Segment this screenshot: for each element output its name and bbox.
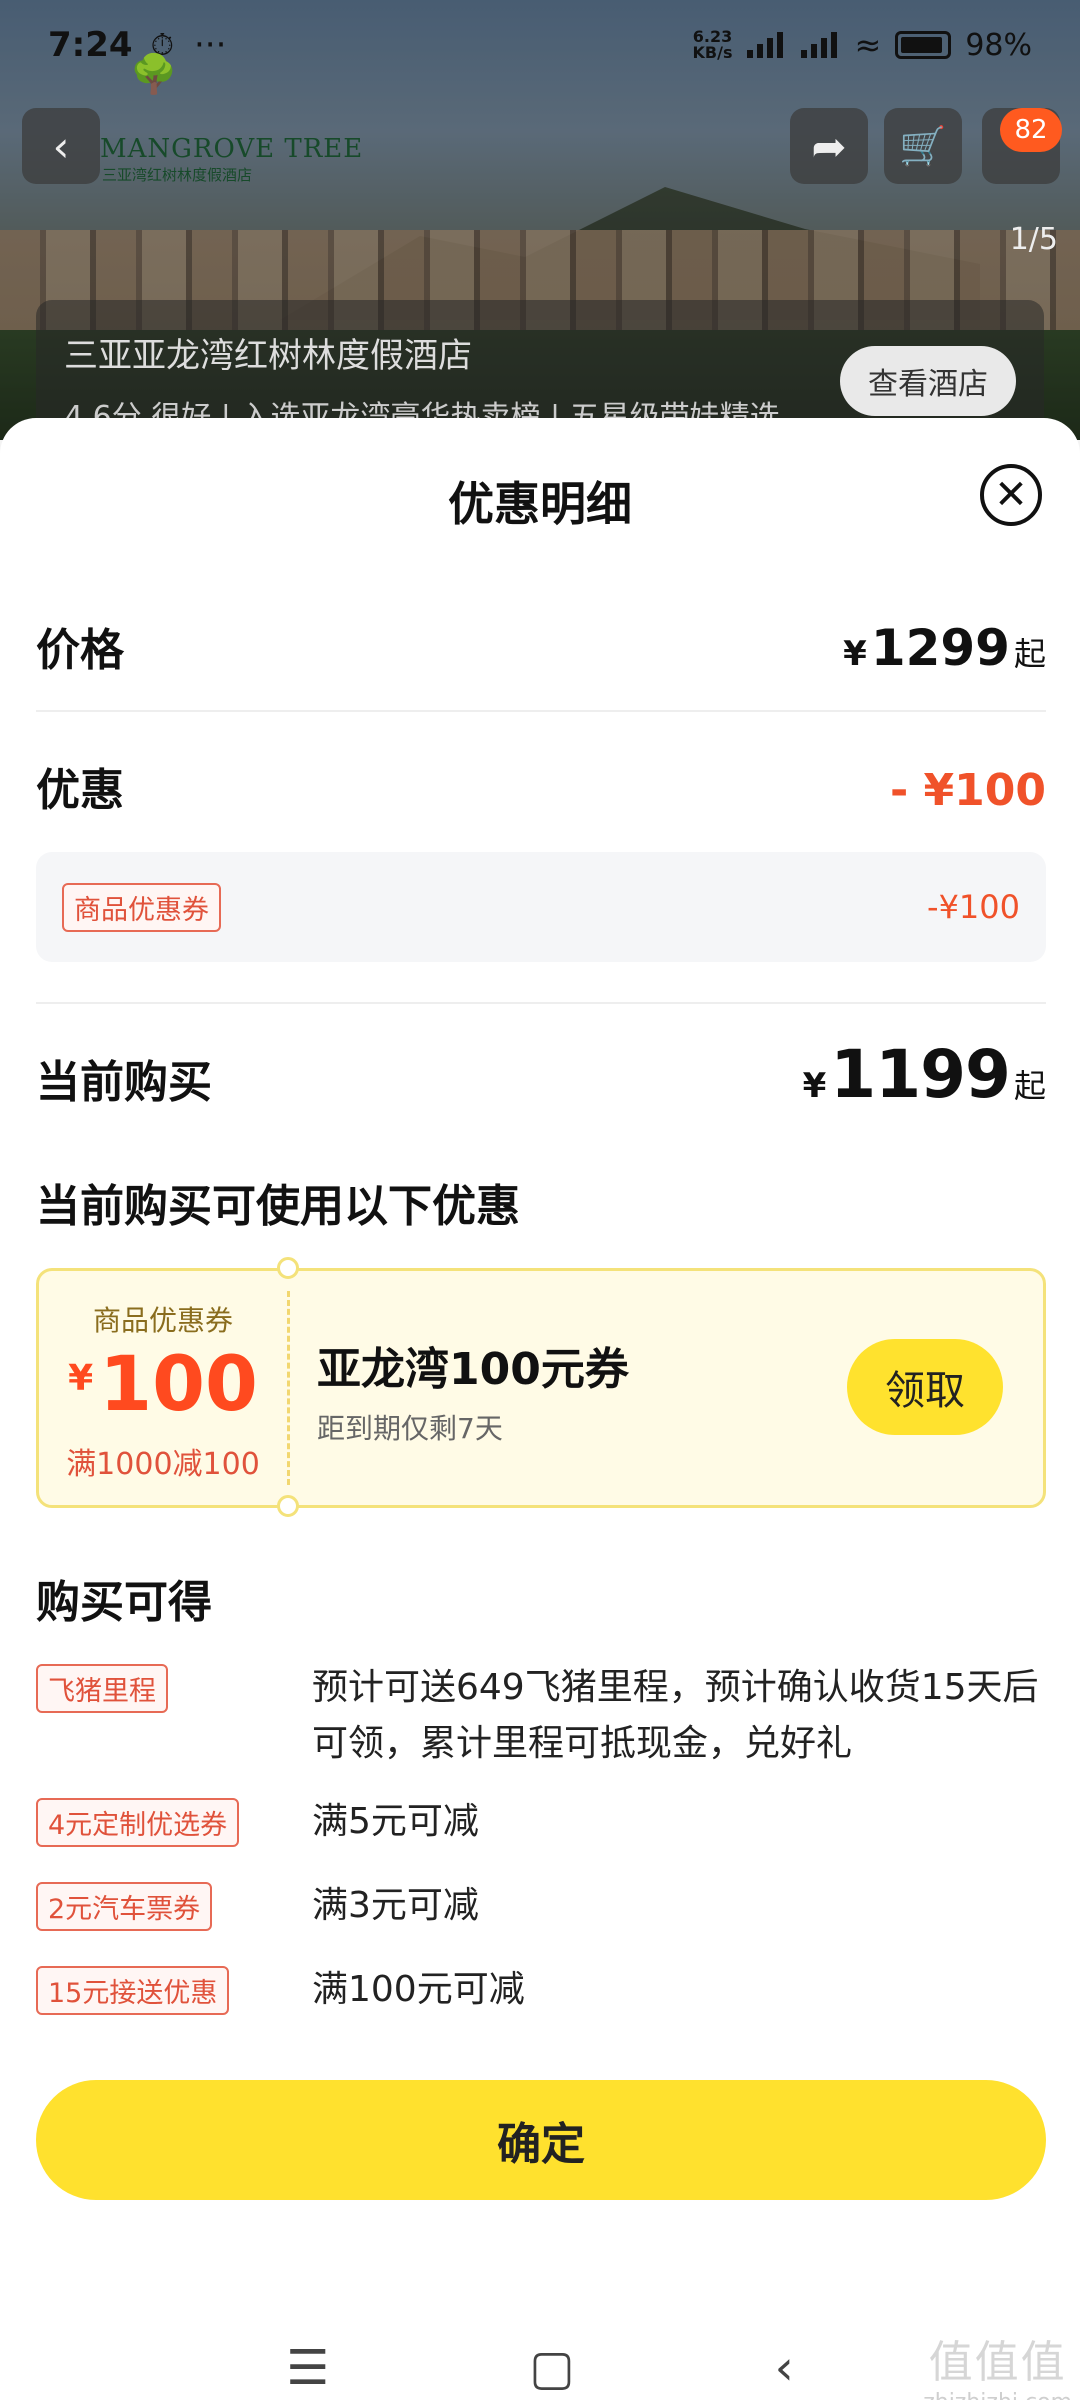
price-label: 价格 bbox=[36, 625, 124, 676]
current-label: 当前购买 bbox=[36, 1057, 212, 1108]
net-speed-unit: KB/s bbox=[692, 43, 733, 62]
tree-logo-icon: 🌳 bbox=[130, 52, 178, 96]
available-discounts-title: 当前购买可使用以下优惠 bbox=[36, 1181, 520, 1232]
discount-value: - ¥100 bbox=[889, 765, 1046, 816]
discount-row: 优惠 - ¥100 bbox=[36, 754, 1046, 818]
logo-sub: 三亚湾红树林度假酒店 bbox=[102, 166, 253, 184]
discount-label: 优惠 bbox=[36, 765, 124, 816]
footer: 确定 ☰ ▢ ‹ bbox=[0, 2048, 1080, 2400]
battery-level: 98% bbox=[965, 27, 1032, 63]
coupon-condition: 满1000减100 bbox=[66, 1447, 260, 1482]
coupon-notch bbox=[277, 1495, 299, 1517]
benefit-desc: 满100元可减 bbox=[312, 1969, 525, 2010]
benefit-desc: 满3元可减 bbox=[312, 1885, 479, 1926]
price-row: 价格 ¥ 1299 起 bbox=[36, 614, 1046, 678]
hotel-name: 三亚亚龙湾红树林度假酒店 bbox=[64, 336, 472, 376]
divider bbox=[36, 710, 1046, 712]
current-suffix: 起 bbox=[1013, 1067, 1046, 1105]
back-nav-icon[interactable]: ‹ bbox=[775, 2340, 794, 2396]
coupon-number: 100 bbox=[99, 1339, 258, 1428]
watermark: 值值值 zhizhizhi.com bbox=[923, 2326, 1072, 2400]
watermark-url: zhizhizhi.com bbox=[923, 2390, 1072, 2400]
coupon-expiry: 距到期仅剩7天 bbox=[317, 1412, 503, 1445]
menu-nav-icon[interactable]: ☰ bbox=[286, 2340, 329, 2396]
divider bbox=[36, 1002, 1046, 1004]
benefit-tag: 15元接送优惠 bbox=[36, 1966, 230, 2015]
cart-badge: 82 bbox=[1000, 108, 1062, 152]
share-button[interactable]: ➦ bbox=[790, 108, 868, 184]
close-icon: ✕ bbox=[994, 472, 1028, 518]
coupon-value: ¥100 bbox=[39, 1339, 287, 1428]
close-button[interactable]: ✕ bbox=[980, 464, 1042, 526]
current-value-group: ¥ 1199 起 bbox=[803, 1036, 1046, 1113]
back-button[interactable]: ‹ bbox=[22, 108, 100, 184]
cart-button[interactable]: 🛒 bbox=[884, 108, 962, 184]
benefit-desc: 满5元可减 bbox=[312, 1801, 479, 1842]
coupon-divider bbox=[287, 1291, 290, 1485]
benefit-tag: 飞猪里程 bbox=[36, 1664, 168, 1713]
price-value-group: ¥ 1299 起 bbox=[843, 619, 1046, 677]
image-counter: 1/5 bbox=[1009, 222, 1058, 257]
view-hotel-button[interactable]: 查看酒店 bbox=[840, 346, 1016, 416]
price-yen: ¥ bbox=[843, 634, 867, 674]
system-nav-bar: ☰ ▢ ‹ bbox=[0, 2328, 1080, 2400]
confirm-button[interactable]: 确定 bbox=[36, 2080, 1046, 2200]
coupon-discount-row: 商品优惠券 -¥100 bbox=[36, 852, 1046, 962]
coupon-type: 商品优惠券 bbox=[92, 1304, 233, 1337]
home-nav-icon[interactable]: ▢ bbox=[529, 2340, 574, 2396]
coupon-amount: -¥100 bbox=[927, 888, 1020, 926]
share-icon: ➦ bbox=[811, 121, 847, 171]
signal-icon-2 bbox=[800, 32, 841, 58]
benefit-tag: 2元汽车票券 bbox=[36, 1882, 213, 1931]
current-value: 1199 bbox=[830, 1036, 1011, 1113]
price-value: 1299 bbox=[870, 619, 1010, 677]
coupon-value-panel: 商品优惠券 ¥100 满1000减100 bbox=[39, 1271, 287, 1505]
wifi-icon: ≈ bbox=[854, 26, 882, 64]
signal-icon bbox=[746, 32, 787, 58]
current-yen: ¥ bbox=[802, 1066, 827, 1106]
benefit-tag: 4元定制优选券 bbox=[36, 1798, 240, 1847]
net-speed: 6.23 KB/s bbox=[693, 29, 733, 61]
sheet-title: 优惠明细 bbox=[448, 477, 632, 531]
benefit-desc: 预计可送649飞猪里程，预计确认收货15天后可领，累计里程可抵现金，兑好礼 bbox=[312, 1667, 1039, 1764]
back-arrow-icon: ‹ bbox=[52, 121, 70, 171]
benefits-title: 购买可得 bbox=[36, 1577, 212, 1628]
coupon-yen: ¥ bbox=[68, 1358, 94, 1399]
battery-icon bbox=[895, 31, 952, 59]
logo-name: MANGROVE TREE bbox=[100, 134, 364, 164]
coupon-name: 亚龙湾100元券 bbox=[317, 1344, 629, 1395]
more-dots: ··· bbox=[193, 25, 227, 65]
claim-button[interactable]: 领取 bbox=[847, 1339, 1003, 1435]
status-time: 7:24 bbox=[48, 25, 133, 65]
watermark-glyphs: 值值值 bbox=[928, 2337, 1067, 2388]
price-suffix: 起 bbox=[1013, 635, 1046, 673]
coupon-notch bbox=[277, 1257, 299, 1279]
coupon-card: 商品优惠券 ¥100 满1000减100 亚龙湾100元券 距到期仅剩7天 领取 bbox=[36, 1257, 1046, 1517]
cart-icon: 🛒 bbox=[899, 123, 947, 168]
coupon-tag: 商品优惠券 bbox=[62, 882, 221, 932]
current-price-row: 当前购买 ¥ 1199 起 bbox=[36, 1036, 1046, 1113]
